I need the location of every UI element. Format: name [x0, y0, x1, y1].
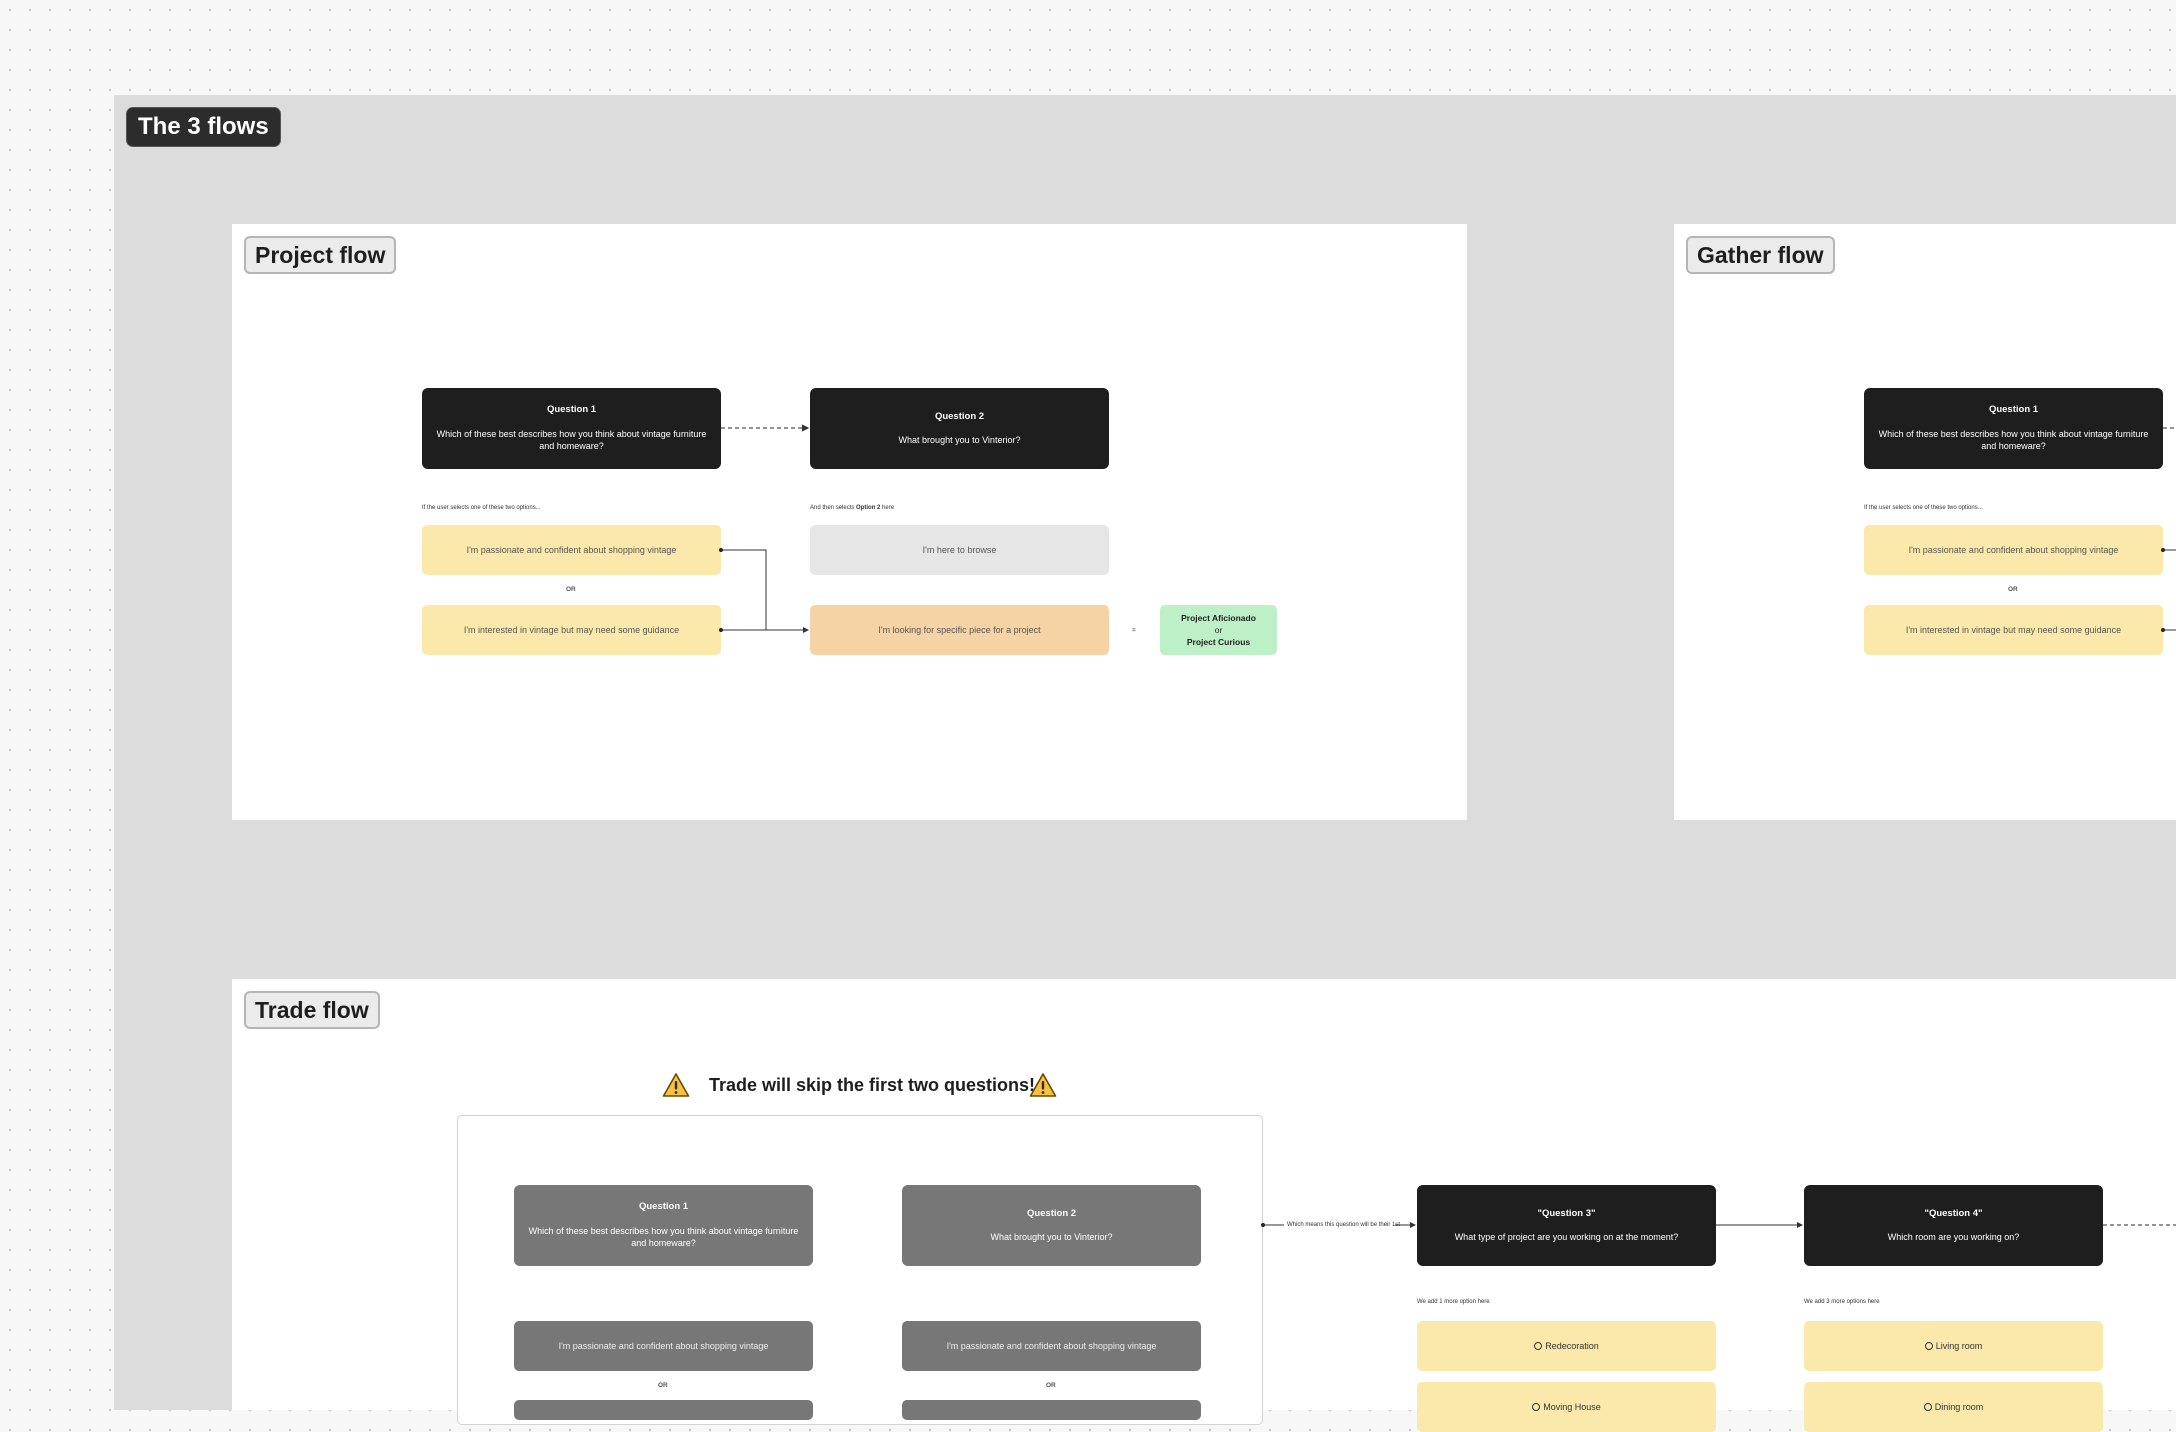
- connectors-overlay: [719, 424, 2176, 1228]
- connector-options-merge: [721, 549, 767, 630]
